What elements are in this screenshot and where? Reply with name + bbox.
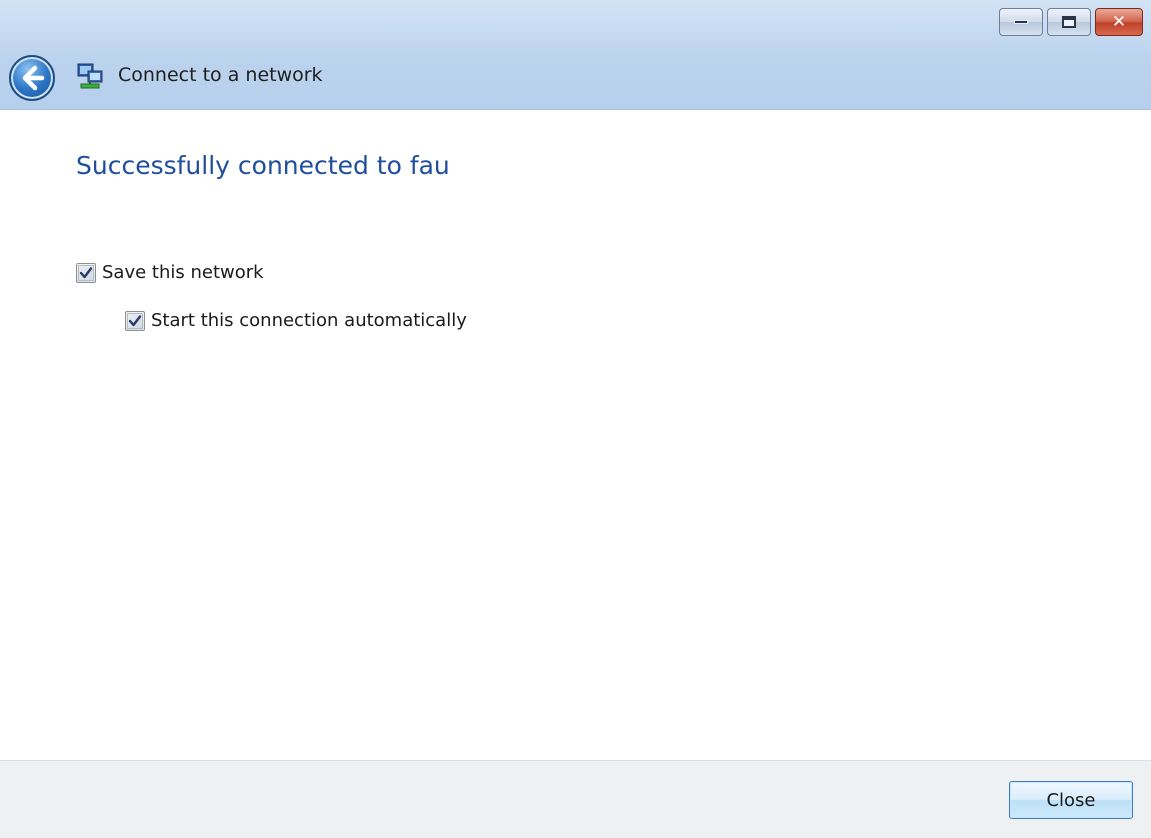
checkmark-icon — [79, 266, 93, 278]
back-arrow-icon — [22, 65, 45, 91]
close-icon: ✕ — [1111, 11, 1127, 32]
maximize-icon — [1062, 16, 1076, 28]
title-bar: ✕ Connect to a network — [0, 0, 1151, 110]
save-network-label: Save this network — [102, 262, 264, 283]
start-automatically-label: Start this connection automatically — [151, 310, 467, 331]
checkmark-icon — [128, 314, 142, 326]
back-button[interactable] — [9, 55, 55, 101]
minimize-icon — [1014, 20, 1028, 24]
minimize-button[interactable] — [999, 8, 1043, 36]
status-heading: Successfully connected to fau — [76, 151, 450, 180]
maximize-button[interactable] — [1047, 8, 1091, 36]
close-window-button[interactable]: ✕ — [1095, 8, 1143, 36]
start-automatically-checkbox[interactable] — [125, 310, 145, 331]
network-icon — [77, 63, 103, 89]
save-network-option[interactable]: Save this network — [76, 262, 264, 283]
dialog-title: Connect to a network — [118, 64, 323, 86]
connect-network-window: ✕ Connect to a network Successfully conn… — [0, 0, 1151, 838]
start-automatically-option[interactable]: Start this connection automatically — [125, 310, 467, 331]
save-network-checkbox[interactable] — [76, 262, 96, 283]
close-button[interactable]: Close — [1009, 781, 1133, 819]
window-controls: ✕ — [999, 8, 1143, 36]
dialog-footer: Close — [0, 760, 1151, 838]
